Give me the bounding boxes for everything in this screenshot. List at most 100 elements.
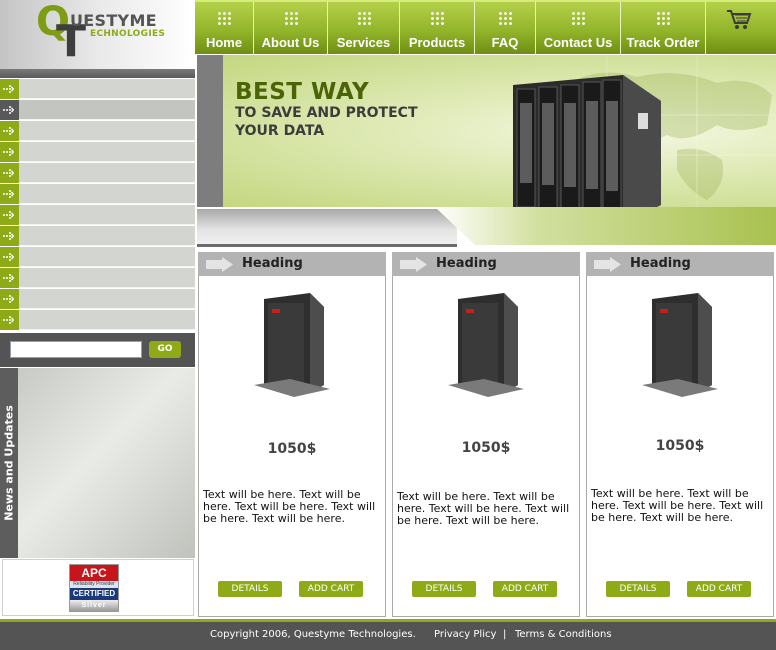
news-panel: News and Updates xyxy=(0,368,195,558)
card-body: 1050$ Text will be here. Text will be he… xyxy=(198,276,386,617)
news-content xyxy=(18,368,195,558)
card-price: 1050$ xyxy=(655,438,705,454)
card-header: Heading xyxy=(392,252,580,276)
badge-line-silver: Silver xyxy=(70,600,118,611)
search-input[interactable] xyxy=(10,341,142,358)
news-tab[interactable]: News and Updates xyxy=(0,368,18,558)
news-title: News and Updates xyxy=(2,405,16,521)
logo-word-technologies: ECHNOLOGIES xyxy=(90,29,166,39)
footer-terms-link[interactable]: Terms & Conditions xyxy=(515,629,612,640)
dots-icon xyxy=(430,11,444,25)
sidebar-menu-item[interactable] xyxy=(0,142,195,162)
product-card: Heading 1050$ Text will be here. Text wi… xyxy=(392,252,580,617)
apc-certified-badge[interactable]: APC Reliability Provider CERTIFIED Silve… xyxy=(69,564,119,612)
nav-label: Track Order xyxy=(626,35,700,50)
nav-item-products[interactable]: Products xyxy=(400,2,475,54)
card-body: 1050$ Text will be here. Text will be he… xyxy=(586,276,774,617)
badge-line-certified: CERTIFIED xyxy=(70,588,118,600)
dots-icon xyxy=(498,11,512,25)
band-left xyxy=(197,209,457,247)
add-cart-button[interactable]: ADD CART xyxy=(299,581,363,597)
card-price: 1050$ xyxy=(461,440,511,456)
nav-label: About Us xyxy=(261,35,320,50)
details-button[interactable]: DETAILS xyxy=(218,581,282,597)
logo-divider-bar xyxy=(0,69,195,78)
sidebar-menu-item[interactable] xyxy=(0,100,195,120)
banner-left-strip xyxy=(197,55,223,207)
dots-icon xyxy=(356,11,371,25)
card-description: Text will be here. Text will be here. Te… xyxy=(203,488,376,525)
logo-word-questyme: UESTYME xyxy=(70,11,157,30)
arrow-right-icon xyxy=(0,289,19,309)
arrow-right-icon xyxy=(0,268,19,288)
company-logo[interactable]: Q T UESTYME ECHNOLOGIES xyxy=(0,0,195,70)
sidebar-menu-item[interactable] xyxy=(0,310,195,330)
arrow-right-icon xyxy=(0,205,19,225)
band-right xyxy=(435,207,776,245)
banner-subtitle-line2: YOUR DATA xyxy=(235,123,325,139)
sidebar-menu-item[interactable] xyxy=(0,289,195,309)
ups-device-image[interactable] xyxy=(638,289,722,399)
footer-copyright: Copyright 2006, Questyme Technologies. xyxy=(210,629,416,640)
banner-bottom-band xyxy=(197,207,776,249)
sidebar-menu-item[interactable] xyxy=(0,226,195,246)
card-price: 1050$ xyxy=(267,441,317,457)
arrow-right-icon xyxy=(206,257,233,272)
hero-banner: BEST WAY TO SAVE AND PROTECT YOUR DATA xyxy=(197,55,776,207)
nav-item-about-us[interactable]: About Us xyxy=(254,2,328,54)
card-heading: Heading xyxy=(436,256,497,271)
details-button[interactable]: DETAILS xyxy=(606,581,670,597)
nav-label: Contact Us xyxy=(543,35,613,50)
nav-label: Home xyxy=(205,35,243,50)
sidebar-menu-item[interactable] xyxy=(0,184,195,204)
card-description: Text will be here. Text will be here. Te… xyxy=(591,487,764,524)
ups-device-image[interactable] xyxy=(444,289,528,399)
dots-icon xyxy=(283,11,298,25)
nav-label: FAQ xyxy=(491,35,519,50)
badge-line-reliability: Reliability Provider xyxy=(70,581,118,588)
card-description: Text will be here. Text will be here. Te… xyxy=(397,490,570,527)
nav-item-contact-us[interactable]: Contact Us xyxy=(536,2,621,54)
sidebar-menu-item[interactable] xyxy=(0,163,195,183)
banner-title: BEST WAY xyxy=(235,79,370,105)
go-button[interactable]: GO xyxy=(149,341,181,358)
card-header: Heading xyxy=(198,252,386,276)
server-rack-image xyxy=(513,75,661,207)
ups-device-image[interactable] xyxy=(250,289,334,399)
arrow-right-icon xyxy=(0,121,19,141)
nav-cart-button[interactable] xyxy=(706,2,776,54)
arrow-right-icon xyxy=(0,79,19,99)
arrow-right-icon xyxy=(0,247,19,267)
dots-icon xyxy=(217,11,231,25)
banner-subtitle-line1: TO SAVE AND PROTECT xyxy=(235,105,418,121)
arrow-right-icon xyxy=(0,184,19,204)
sidebar-menu-item[interactable] xyxy=(0,268,195,288)
nav-label: Services xyxy=(336,35,391,50)
product-card: Heading 1050$ Text will be here. Text wi… xyxy=(198,252,386,617)
nav-item-home[interactable]: Home xyxy=(195,2,254,54)
sidebar-menu-item[interactable] xyxy=(0,79,195,99)
nav-item-track-order[interactable]: Track Order xyxy=(621,2,706,54)
nav-label: Products xyxy=(408,35,466,50)
sidebar-menu-item[interactable] xyxy=(0,121,195,141)
add-cart-button[interactable]: ADD CART xyxy=(687,581,751,597)
arrow-right-icon xyxy=(0,226,19,246)
arrow-right-icon xyxy=(0,100,19,120)
sidebar-menu-item[interactable] xyxy=(0,205,195,225)
card-body: 1050$ Text will be here. Text will be he… xyxy=(392,276,580,617)
arrow-right-icon xyxy=(0,142,19,162)
apc-logo: APC xyxy=(70,565,118,581)
nav-item-faq[interactable]: FAQ xyxy=(475,2,536,54)
footer-separator: | xyxy=(503,629,507,640)
footer-privacy-link[interactable]: Privacy Plicy xyxy=(434,629,496,640)
sidebar-menu-item[interactable] xyxy=(0,247,195,267)
add-cart-button[interactable]: ADD CART xyxy=(493,581,557,597)
card-heading: Heading xyxy=(630,256,691,271)
product-card: Heading 1050$ Text will be here. Text wi… xyxy=(586,252,774,617)
arrow-right-icon xyxy=(0,163,19,183)
nav-item-services[interactable]: Services xyxy=(328,2,400,54)
details-button[interactable]: DETAILS xyxy=(412,581,476,597)
shopping-cart-icon xyxy=(727,10,752,29)
arrow-right-icon xyxy=(0,310,19,330)
arrow-right-icon xyxy=(594,257,621,272)
